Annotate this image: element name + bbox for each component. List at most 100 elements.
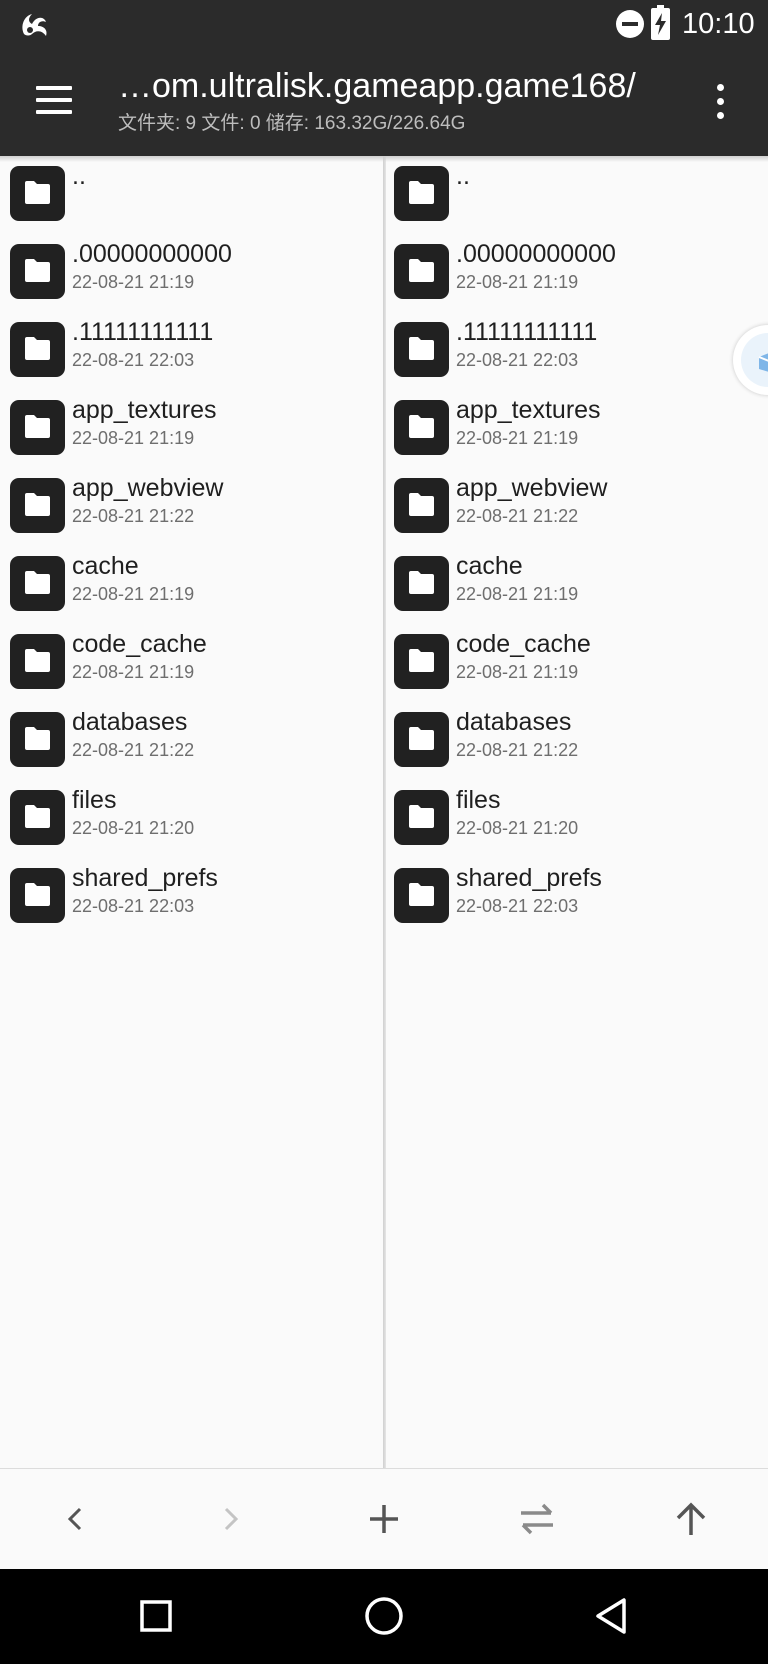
uc-browser-icon <box>18 8 50 40</box>
do-not-disturb-icon <box>616 10 644 38</box>
folder-name: .11111111111 <box>456 318 598 346</box>
folder-name: .. <box>456 162 470 190</box>
folder-name: app_textures <box>456 396 601 424</box>
folder-modified-date: 22-08-21 22:03 <box>72 896 195 916</box>
folder-name: code_cache <box>456 630 591 658</box>
folder-name: files <box>456 786 501 814</box>
bottom-action-bar <box>0 1468 768 1569</box>
folder-icon <box>10 478 65 533</box>
up-directory-icon[interactable] <box>661 1489 721 1549</box>
folder-icon <box>394 868 449 923</box>
folder-name: .11111111111 <box>72 318 214 346</box>
folder-name: code_cache <box>72 630 207 658</box>
folder-icon <box>10 634 65 689</box>
folder-modified-date: 22-08-21 21:19 <box>72 428 195 448</box>
right-file-pane[interactable]: .. .00000000000 22-08-21 21:19 .11111111111… <box>384 156 768 1468</box>
folder-row[interactable]: .00000000000 22-08-21 21:19 <box>384 234 767 312</box>
folder-modified-date: 22-08-21 21:19 <box>456 584 579 604</box>
system-nav-bar <box>0 1569 768 1664</box>
folder-modified-date: 22-08-21 22:03 <box>456 896 579 916</box>
folder-name: app_textures <box>72 396 217 424</box>
folder-name: .. <box>72 162 86 190</box>
toolbar-shadow <box>0 156 768 162</box>
folder-modified-date: 22-08-21 21:19 <box>456 662 579 682</box>
folder-row[interactable]: databases 22-08-21 21:22 <box>0 702 383 780</box>
folder-row[interactable]: files 22-08-21 21:20 <box>384 780 767 858</box>
folder-modified-date: 22-08-21 21:22 <box>72 740 195 760</box>
home-icon[interactable] <box>354 1586 414 1646</box>
swap-panes-icon[interactable] <box>507 1489 567 1549</box>
folder-row[interactable]: files 22-08-21 21:20 <box>0 780 383 858</box>
folder-icon <box>10 712 65 767</box>
folder-name: shared_prefs <box>456 864 602 892</box>
folder-name: databases <box>72 708 188 736</box>
folder-modified-date: 22-08-21 21:19 <box>456 272 579 292</box>
add-icon[interactable] <box>354 1489 414 1549</box>
folder-row[interactable]: .11111111111 22-08-21 22:03 <box>0 312 383 390</box>
folder-row[interactable]: shared_prefs 22-08-21 22:03 <box>384 858 767 936</box>
folder-row[interactable]: app_webview 22-08-21 21:22 <box>384 468 767 546</box>
recents-icon[interactable] <box>126 1586 186 1646</box>
folder-row[interactable]: databases 22-08-21 21:22 <box>384 702 767 780</box>
folder-icon <box>394 556 449 611</box>
battery-charging-icon <box>651 5 670 40</box>
folder-modified-date: 22-08-21 21:20 <box>456 818 579 838</box>
folder-row[interactable]: .11111111111 22-08-21 22:03 <box>384 312 767 390</box>
folder-name: cache <box>72 552 139 580</box>
folder-row[interactable]: app_textures 22-08-21 21:19 <box>0 390 383 468</box>
folder-icon <box>10 400 65 455</box>
folder-icon <box>394 790 449 845</box>
folder-modified-date: 22-08-21 21:19 <box>456 428 579 448</box>
folder-name: databases <box>456 708 572 736</box>
folder-modified-date: 22-08-21 21:22 <box>456 740 579 760</box>
app-toolbar: …om.ultralisk.gameapp.game168/ 文件夹: 9 文件… <box>0 48 768 156</box>
folder-name: .00000000000 <box>456 240 616 268</box>
folder-row[interactable]: app_textures 22-08-21 21:19 <box>384 390 767 468</box>
status-bar: 10:10 <box>0 0 768 48</box>
folder-name: files <box>72 786 117 814</box>
folder-row[interactable]: .00000000000 22-08-21 21:19 <box>0 234 383 312</box>
parent-directory-row[interactable]: .. <box>0 156 383 234</box>
folder-modified-date: 22-08-21 22:03 <box>456 350 579 370</box>
folder-name: cache <box>456 552 523 580</box>
folder-icon <box>394 634 449 689</box>
forward-arrow-icon[interactable] <box>200 1489 260 1549</box>
folder-icon <box>394 244 449 299</box>
folder-modified-date: 22-08-21 22:03 <box>72 350 195 370</box>
folder-row[interactable]: cache 22-08-21 21:19 <box>0 546 383 624</box>
folder-row[interactable]: shared_prefs 22-08-21 22:03 <box>0 858 383 936</box>
folder-row[interactable]: code_cache 22-08-21 21:19 <box>0 624 383 702</box>
folder-modified-date: 22-08-21 21:20 <box>72 818 195 838</box>
folder-row[interactable]: code_cache 22-08-21 21:19 <box>384 624 767 702</box>
folder-icon <box>10 556 65 611</box>
folder-icon <box>394 166 449 221</box>
status-time: 10:10 <box>682 8 755 40</box>
pane-divider[interactable] <box>383 156 386 1468</box>
folder-modified-date: 22-08-21 21:22 <box>72 506 195 526</box>
folder-icon <box>10 244 65 299</box>
more-vert-icon[interactable] <box>704 78 736 126</box>
folder-icon <box>394 478 449 533</box>
folder-name: app_webview <box>72 474 224 502</box>
folder-modified-date: 22-08-21 21:19 <box>72 272 195 292</box>
path-title: …om.ultralisk.gameapp.game168/ <box>118 67 636 105</box>
floating-assistant-icon <box>741 333 768 387</box>
hamburger-menu-icon[interactable] <box>30 82 78 122</box>
parent-directory-row[interactable]: .. <box>384 156 767 234</box>
folder-icon <box>394 400 449 455</box>
folder-modified-date: 22-08-21 21:22 <box>456 506 579 526</box>
left-file-pane[interactable]: .. .00000000000 22-08-21 21:19 .11111111111… <box>0 156 383 1468</box>
folder-row[interactable]: app_webview 22-08-21 21:22 <box>0 468 383 546</box>
back-arrow-icon[interactable] <box>46 1489 106 1549</box>
folder-icon <box>394 712 449 767</box>
back-icon[interactable] <box>582 1586 642 1646</box>
folder-row[interactable]: cache 22-08-21 21:19 <box>384 546 767 624</box>
folder-icon <box>394 322 449 377</box>
folder-name: app_webview <box>456 474 608 502</box>
storage-summary: 文件夹: 9 文件: 0 储存: 163.32G/226.64G <box>118 113 466 134</box>
folder-icon <box>10 868 65 923</box>
folder-icon <box>10 322 65 377</box>
folder-modified-date: 22-08-21 21:19 <box>72 584 195 604</box>
folder-name: shared_prefs <box>72 864 218 892</box>
folder-name: .00000000000 <box>72 240 232 268</box>
